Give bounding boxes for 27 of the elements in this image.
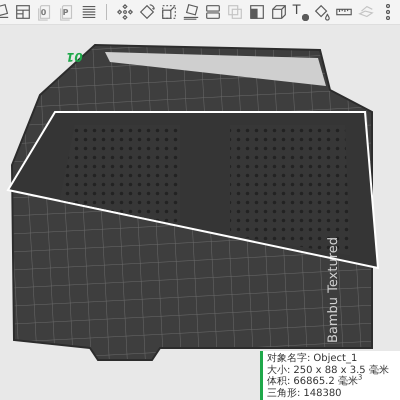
more-icon bbox=[386, 4, 390, 20]
paint-icon bbox=[313, 3, 332, 21]
info-label: 三角形: bbox=[267, 388, 300, 398]
layout-icon bbox=[14, 3, 32, 21]
info-value: 148380 bbox=[303, 388, 342, 398]
rotate-icon bbox=[138, 3, 156, 21]
plate-number: 01 bbox=[66, 50, 83, 63]
rotate-tool-button[interactable] bbox=[137, 2, 158, 22]
info-label: 体积: bbox=[267, 376, 290, 387]
paint-tool-button[interactable] bbox=[312, 2, 332, 22]
boolean-icon bbox=[226, 3, 244, 21]
text-tool-button[interactable]: T bbox=[290, 2, 310, 22]
info-label: 大小: bbox=[267, 364, 290, 376]
plate-texture-label: Bambu Textured bbox=[326, 236, 341, 343]
scale-icon bbox=[160, 3, 178, 21]
move-icon bbox=[116, 3, 134, 21]
cube-icon bbox=[270, 3, 288, 21]
split-icon bbox=[204, 3, 222, 21]
cut-icon bbox=[248, 3, 266, 21]
face-icon bbox=[182, 3, 200, 21]
split-tool-button[interactable] bbox=[203, 2, 223, 22]
layers-icon bbox=[80, 3, 98, 21]
info-value: 66865.2 毫米$^{3}$ bbox=[293, 376, 362, 387]
move-tool-button[interactable] bbox=[115, 2, 136, 22]
info-value: 250 x 88 x 3.5 毫米 bbox=[293, 364, 389, 376]
info-label: 对象名字: bbox=[267, 353, 310, 364]
info-value: Object_1 bbox=[313, 353, 358, 364]
